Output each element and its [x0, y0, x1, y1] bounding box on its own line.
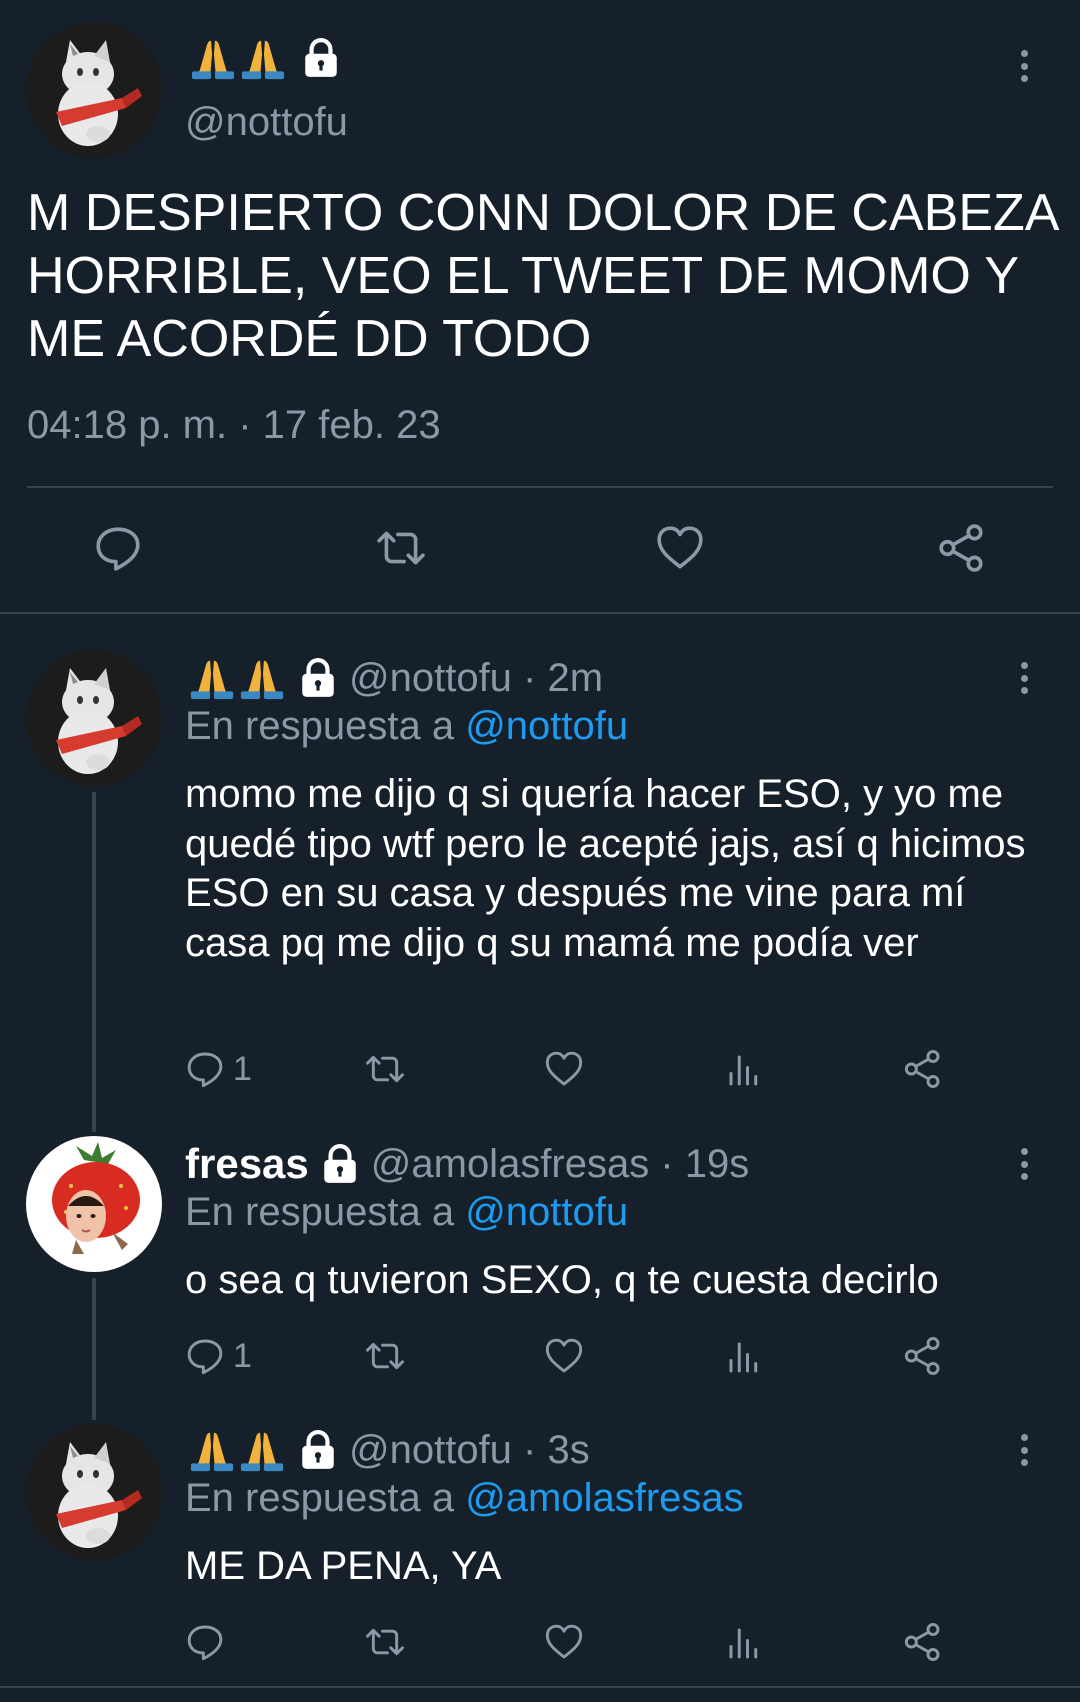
thread-line — [92, 792, 96, 1132]
reply-prefix: En respuesta a — [185, 1476, 455, 1520]
cat-avatar-image — [26, 22, 162, 158]
handle-time[interactable]: @nottofu · 3s — [349, 1428, 590, 1473]
heart-icon — [544, 1336, 584, 1376]
reply-icon — [93, 523, 143, 573]
share-icon — [903, 1049, 943, 1089]
heart-icon — [544, 1049, 584, 1089]
reply-count: 1 — [233, 1049, 252, 1088]
folded-hands-icon — [189, 1427, 235, 1473]
like-button[interactable] — [544, 1049, 584, 1089]
stats-icon — [725, 1049, 761, 1089]
stats-icon — [725, 1622, 761, 1662]
reply-context: En respuesta a @nottofu — [185, 1190, 628, 1235]
heart-icon — [544, 1622, 584, 1662]
retweet-icon — [373, 523, 429, 573]
section-divider — [0, 612, 1080, 614]
folded-hands-icon — [239, 1427, 285, 1473]
share-button[interactable] — [903, 1622, 943, 1662]
reply-mention-link[interactable]: @nottofu — [465, 704, 628, 748]
like-button[interactable] — [655, 523, 705, 573]
reply-button[interactable] — [93, 523, 143, 573]
handle[interactable]: @nottofu — [185, 100, 348, 145]
retweet-icon — [362, 1622, 408, 1662]
avatar[interactable] — [26, 1424, 162, 1560]
share-icon — [903, 1622, 943, 1662]
reply-context: En respuesta a @nottofu — [185, 704, 628, 749]
views-button[interactable] — [725, 1622, 761, 1662]
more-options-button[interactable] — [1012, 46, 1036, 86]
display-name[interactable] — [185, 655, 339, 701]
like-button[interactable] — [544, 1336, 584, 1376]
lock-icon — [297, 657, 339, 699]
thread-line — [92, 1278, 96, 1420]
reply-text: momo me dijo q si quería hacer ESO, y yo… — [185, 772, 1026, 965]
timestamp[interactable]: 04:18 p. m. · 17 feb. 23 — [27, 403, 441, 448]
bottom-divider — [0, 1686, 1080, 1688]
like-button[interactable] — [544, 1622, 584, 1662]
display-name[interactable] — [185, 1427, 339, 1473]
lock-icon — [319, 1143, 361, 1185]
more-options-button[interactable] — [1012, 658, 1036, 698]
folded-hands-icon — [239, 655, 285, 701]
reply-header: fresas @amolasfresas · 19s — [185, 1138, 749, 1190]
retweet-button[interactable] — [362, 1622, 408, 1662]
reply-icon — [185, 1622, 225, 1662]
folded-hands-icon — [190, 35, 236, 81]
tweet-text: M DESPIERTO CONN DOLOR DE CABEZA HORRIBL… — [27, 184, 1057, 368]
reply-icon — [185, 1049, 225, 1089]
more-options-button[interactable] — [1012, 1430, 1036, 1470]
avatar[interactable] — [26, 1136, 162, 1272]
reply-prefix: En respuesta a — [185, 1190, 455, 1234]
reply-button[interactable]: 1 — [185, 1049, 252, 1089]
handle-time[interactable]: @amolasfresas · 19s — [371, 1142, 750, 1187]
lock-icon — [300, 37, 342, 79]
reply-button[interactable] — [185, 1622, 233, 1662]
lock-icon — [297, 1429, 339, 1471]
share-icon — [937, 523, 987, 573]
avatar[interactable] — [26, 22, 162, 158]
retweet-icon — [362, 1336, 408, 1376]
display-name-text: fresas — [185, 1140, 309, 1187]
heart-icon — [655, 523, 705, 573]
share-button[interactable] — [937, 523, 987, 573]
folded-hands-icon — [189, 655, 235, 701]
display-name[interactable]: fresas — [185, 1140, 361, 1188]
display-name[interactable] — [190, 34, 342, 82]
more-options-button[interactable] — [1012, 1144, 1036, 1184]
stats-icon — [725, 1336, 761, 1376]
avatar[interactable] — [26, 650, 162, 786]
views-button[interactable] — [725, 1336, 761, 1376]
more-icon — [1012, 46, 1036, 86]
reply-mention-link[interactable]: @nottofu — [465, 1190, 628, 1234]
views-button[interactable] — [725, 1049, 761, 1089]
reply-text: o sea q tuvieron SEXO, q te cuesta decir… — [185, 1258, 939, 1302]
share-icon — [903, 1336, 943, 1376]
reply-header: @nottofu · 3s — [185, 1424, 590, 1476]
more-icon — [1012, 1430, 1036, 1470]
more-icon — [1012, 658, 1036, 698]
reply-text: ME DA PENA, YA — [185, 1544, 502, 1588]
divider — [27, 486, 1053, 488]
reply-context: En respuesta a @amolasfresas — [185, 1476, 744, 1521]
share-button[interactable] — [903, 1049, 943, 1089]
retweet-button[interactable] — [362, 1336, 408, 1376]
reply-button[interactable]: 1 — [185, 1336, 252, 1376]
reply-icon — [185, 1336, 225, 1376]
reply-mention-link[interactable]: @amolasfresas — [465, 1476, 743, 1520]
folded-hands-icon — [240, 35, 286, 81]
cat-avatar-image — [26, 1424, 162, 1560]
reply-count: 1 — [233, 1336, 252, 1375]
more-icon — [1012, 1144, 1036, 1184]
reply-header: @nottofu · 2m — [185, 652, 603, 704]
cat-avatar-image — [26, 650, 162, 786]
retweet-button[interactable] — [362, 1049, 408, 1089]
reply-prefix: En respuesta a — [185, 704, 455, 748]
retweet-button[interactable] — [373, 523, 429, 573]
strawberry-avatar-image — [26, 1136, 162, 1272]
retweet-icon — [362, 1049, 408, 1089]
handle-time[interactable]: @nottofu · 2m — [349, 656, 603, 701]
share-button[interactable] — [903, 1336, 943, 1376]
